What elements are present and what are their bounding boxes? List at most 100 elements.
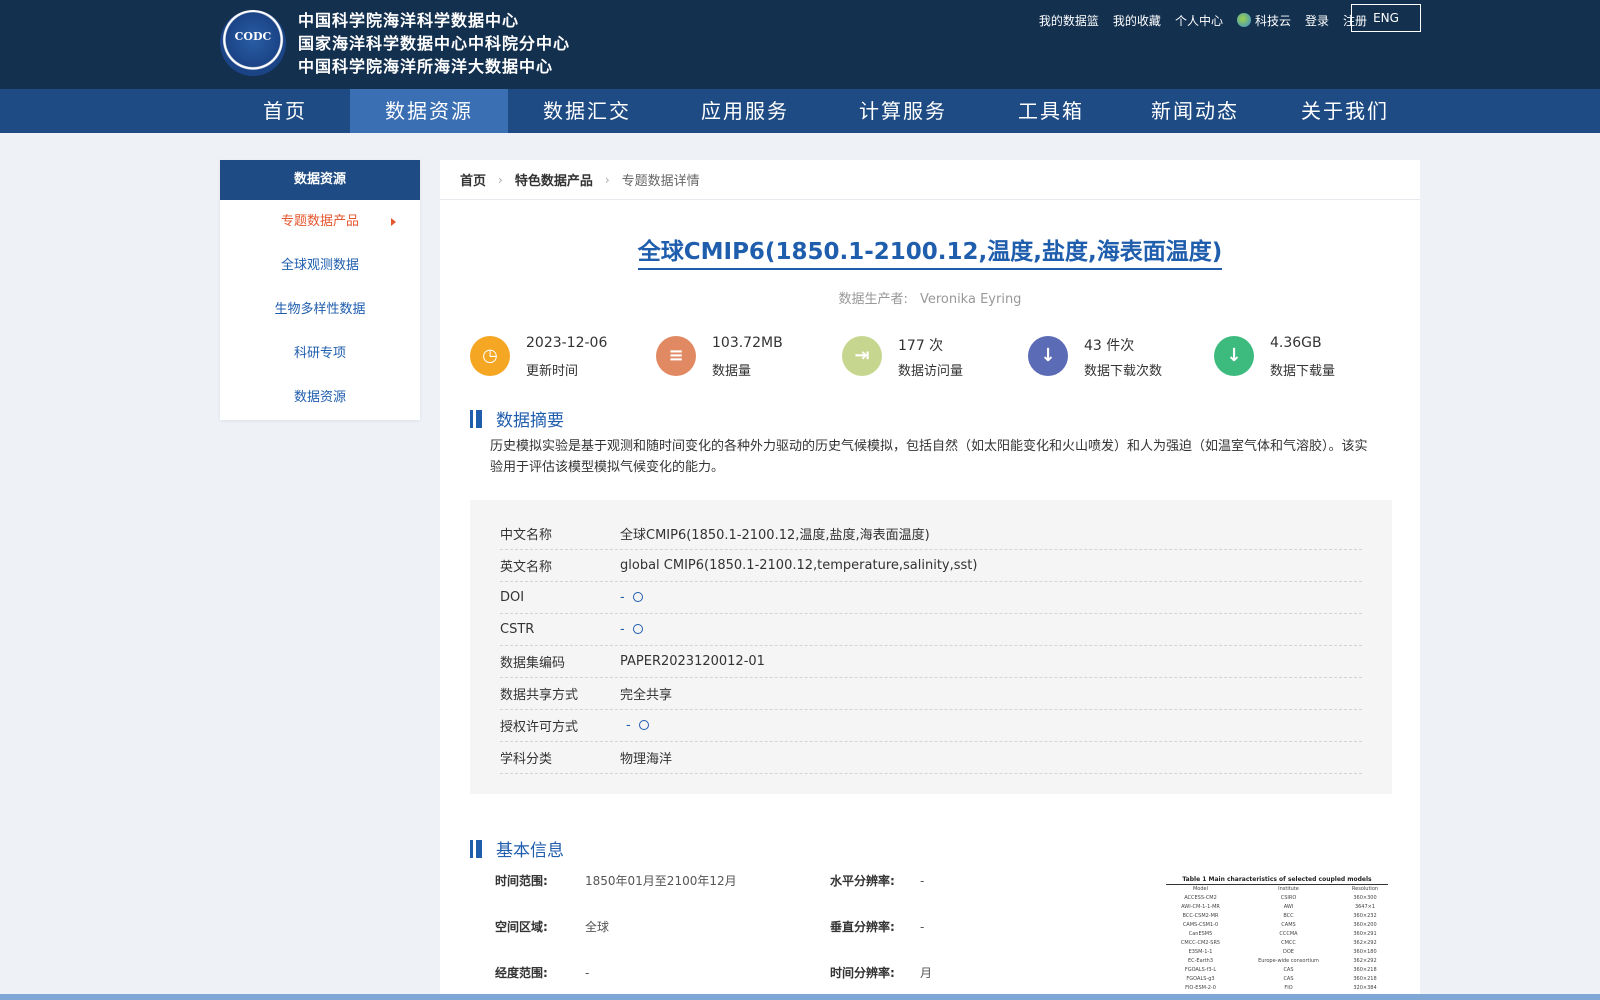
- sidebar: 数据资源 专题数据产品 全球观测数据 生物多样性数据 科研专项 数据资源: [220, 160, 420, 420]
- stat-label: 数据量: [712, 364, 752, 379]
- site-name-block: 中国科学院海洋科学数据中心 国家海洋科学数据中心中科院分中心 中国科学院海洋所海…: [298, 9, 570, 78]
- v-res-value: -: [920, 920, 925, 934]
- v-res-label: 垂直分辨率:: [830, 920, 895, 934]
- thumbnail-cell: 362×292: [1353, 958, 1377, 964]
- chevron-right-icon: ›: [604, 172, 610, 187]
- nav-application-services[interactable]: 应用服务: [666, 89, 824, 133]
- thumbnail-row: BCC-CSM2-MR BCC 360×232: [1166, 912, 1388, 921]
- metadata-row: DOI -: [500, 582, 1362, 614]
- nav-about-us[interactable]: 关于我们: [1270, 89, 1420, 133]
- sidebar-item-biodiversity[interactable]: 生物多样性数据: [220, 288, 420, 332]
- metadata-key: DOI: [500, 590, 525, 605]
- stat-value: 103.72MB: [712, 335, 783, 351]
- thumbnail-cell: CanESM5: [1188, 931, 1213, 937]
- thumbnail-cell: CAS: [1283, 976, 1294, 982]
- thumbnail-cell: CMCC-CM2-SR5: [1180, 940, 1221, 946]
- thumbnail-row: ACCESS-CM2 CSIRO 360×300: [1166, 894, 1388, 903]
- sidebar-item-research-projects[interactable]: 科研专项: [220, 332, 420, 376]
- metadata-row: CSTR -: [500, 614, 1362, 646]
- time-range-value: 1850年01月至2100年12月: [585, 874, 737, 888]
- favorites-link[interactable]: 我的收藏: [1113, 12, 1161, 29]
- metadata-key: 学科分类: [500, 752, 553, 767]
- thumbnail-row: CAMS-CSM1-0 CAMS 360×200: [1166, 921, 1388, 930]
- sidebar-item-data-resources[interactable]: 数据资源: [220, 376, 420, 420]
- cstr-link[interactable]: -: [620, 621, 645, 637]
- region-label: 空间区域:: [495, 920, 548, 934]
- metadata-row: 英文名称 global CMIP6(1850.1-2100.12,tempera…: [500, 550, 1362, 582]
- nav-data-resources[interactable]: 数据资源: [350, 89, 508, 133]
- thumbnail-cell: DOE: [1283, 949, 1294, 955]
- download-size-icon: ↓: [1214, 336, 1254, 376]
- codc-logo[interactable]: CODC: [220, 10, 286, 76]
- nav-news[interactable]: 新闻动态: [1120, 89, 1270, 133]
- thumbnail-cell: CCCMA: [1279, 931, 1298, 937]
- personal-center-link[interactable]: 个人中心: [1175, 12, 1223, 29]
- thumbnail-cell: FGOALS-g3: [1186, 976, 1215, 982]
- cstr-value: -: [620, 622, 625, 637]
- metadata-key: 数据共享方式: [500, 688, 579, 703]
- thumbnail-cell: Institute: [1278, 886, 1299, 892]
- thumbnail-cell: FIO: [1284, 985, 1293, 991]
- thumbnail-cell: BCC-CSM2-MR: [1182, 913, 1219, 919]
- thumbnail-row: CanESM5 CCCMA 360×291: [1166, 930, 1388, 939]
- thumbnail-cell: CSIRO: [1280, 895, 1297, 901]
- main-nav: 首页 数据资源 数据汇交 应用服务 计算服务 工具箱 新闻动态 关于我们: [0, 89, 1600, 133]
- thumbnail-cell: Resolution: [1351, 886, 1379, 892]
- caret-right-icon: [391, 218, 396, 226]
- metadata-value: global CMIP6(1850.1-2100.12,temperature,…: [620, 558, 978, 573]
- stat-value: 4.36GB: [1270, 335, 1322, 351]
- metadata-value: PAPER2023120012-01: [620, 654, 765, 669]
- thumbnail-row: EC-Earth3 Europe-wide consortium 362×292: [1166, 957, 1388, 966]
- sidebar-item-global-observation[interactable]: 全球观测数据: [220, 244, 420, 288]
- login-link[interactable]: 登录: [1305, 12, 1329, 29]
- producer-name: Veronika Eyring: [919, 292, 1022, 307]
- thumbnail-cell: 360×218: [1353, 976, 1377, 982]
- cstcloud-link[interactable]: 科技云: [1236, 12, 1291, 29]
- license-link[interactable]: -: [626, 717, 651, 733]
- metadata-row: 学科分类 物理海洋: [500, 742, 1362, 774]
- metadata-table: 中文名称 全球CMIP6(1850.1-2100.12,温度,盐度,海表面温度)…: [470, 500, 1392, 794]
- stat-value: 177 次: [898, 338, 944, 354]
- nav-computing-services[interactable]: 计算服务: [824, 89, 982, 133]
- producer-label: 数据生产者:: [838, 292, 908, 307]
- thumbnail-row: E3SM-1-1 DOE 360×180: [1166, 948, 1388, 957]
- h-res-row: 水平分辨率: -: [830, 872, 924, 889]
- main-panel: 首页 › 特色数据产品 › 专题数据详情 全球CMIP6(1850.1-2100…: [440, 160, 1420, 1000]
- thumbnail-row: Model Institute Resolution: [1166, 885, 1388, 894]
- thumbnail-cell: CAMS-CSM1-0: [1182, 922, 1219, 928]
- thumbnail-caption: Table 1 Main characteristics of selected…: [1166, 876, 1388, 885]
- thumbnail-row: FGOALS-g3 CAS 360×218: [1166, 975, 1388, 984]
- license-value: -: [626, 718, 631, 733]
- nav-data-submission[interactable]: 数据汇交: [508, 89, 666, 133]
- data-basket-link[interactable]: 我的数据篮: [1039, 12, 1099, 29]
- metadata-value: 全球CMIP6(1850.1-2100.12,温度,盐度,海表面温度): [620, 528, 930, 543]
- t-res-row: 时间分辨率: 月: [830, 964, 932, 981]
- layers-icon: ≡: [656, 336, 696, 376]
- thumbnail-cell: 362×292: [1353, 940, 1377, 946]
- doi-link[interactable]: -: [620, 589, 645, 605]
- thumbnail-cell: 360×218: [1353, 967, 1377, 973]
- breadcrumb-featured-products[interactable]: 特色数据产品: [515, 170, 593, 189]
- abstract-heading-label: 数据摘要: [496, 411, 564, 431]
- breadcrumb: 首页 › 特色数据产品 › 专题数据详情: [440, 160, 1420, 200]
- metadata-row: 数据共享方式 完全共享: [500, 678, 1362, 710]
- thumbnail-row: FIO-ESM-2-0 FIO 320×384: [1166, 984, 1388, 993]
- bottom-bar: [0, 994, 1600, 1000]
- sidebar-item-thematic-products[interactable]: 专题数据产品: [220, 200, 420, 244]
- sidebar-title: 数据资源: [220, 160, 420, 200]
- breadcrumb-home[interactable]: 首页: [460, 170, 486, 189]
- stat-label: 数据下载次数: [1084, 364, 1163, 379]
- thumbnail-cell: 360×180: [1353, 949, 1377, 955]
- dataset-thumbnail[interactable]: Table 1 Main characteristics of selected…: [1166, 876, 1388, 1000]
- thumbnail-row: AWI-CM-1-1-MR AWI 3647×1: [1166, 903, 1388, 912]
- language-toggle-button[interactable]: ENG: [1351, 4, 1421, 32]
- stats-row: ◷ 2023-12-06 更新时间 ≡ 103.72MB 数据量 ⇥ 177 次…: [470, 335, 1400, 379]
- abstract-text: 历史模拟实验是基于观测和随时间变化的各种外力驱动的历史气候模拟，包括自然（如太阳…: [490, 439, 1368, 475]
- breadcrumb-current: 专题数据详情: [621, 174, 700, 189]
- nav-toolbox[interactable]: 工具箱: [982, 89, 1120, 133]
- site-name-line-1: 中国科学院海洋科学数据中心: [298, 11, 520, 30]
- time-range-row: 时间范围: 1850年01月至2100年12月: [495, 872, 737, 889]
- metadata-row: 数据集编码 PAPER2023120012-01: [500, 646, 1362, 678]
- nav-home[interactable]: 首页: [220, 89, 350, 133]
- stat-value: 43 件次: [1084, 338, 1135, 354]
